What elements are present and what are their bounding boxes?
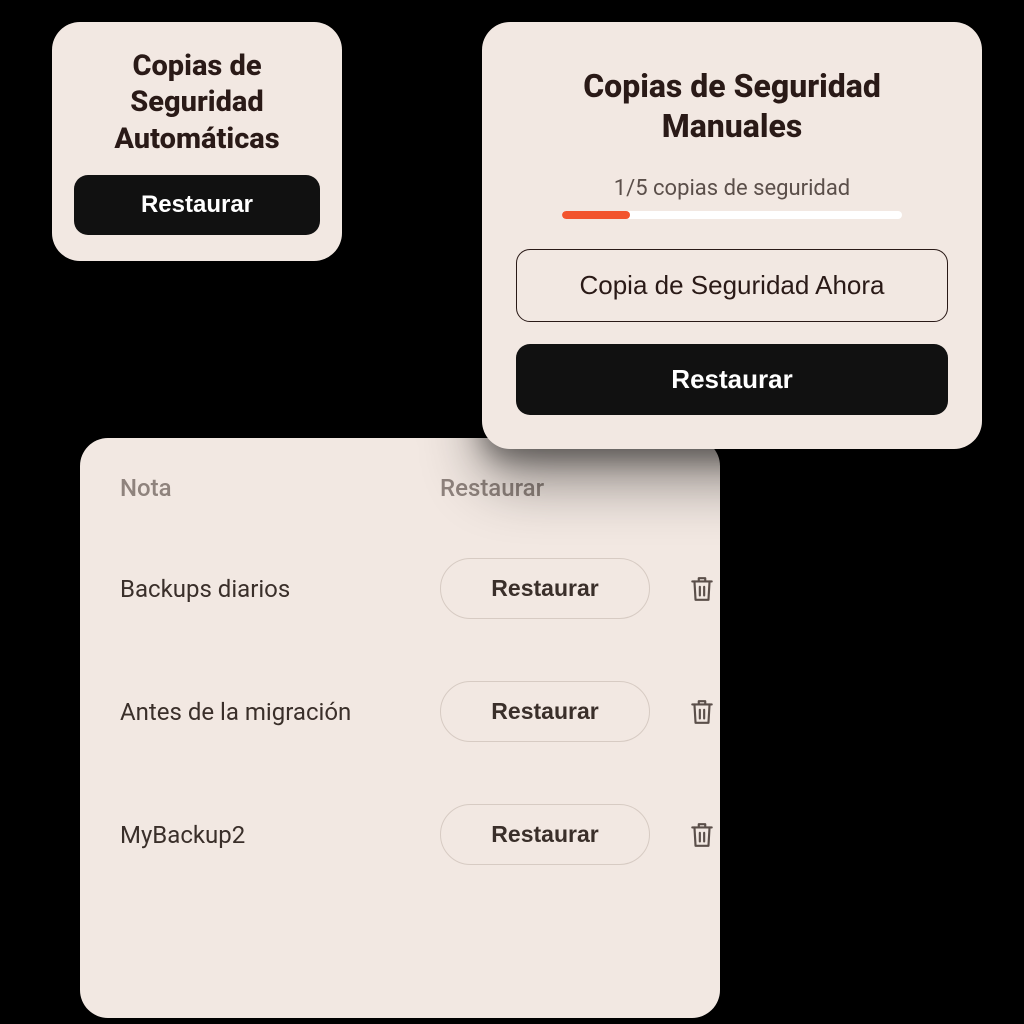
backup-note: MyBackup2: [120, 821, 430, 849]
backup-note: Backups diarios: [120, 575, 430, 603]
row-delete-button[interactable]: [678, 575, 720, 603]
row-restore-button[interactable]: Restaurar: [440, 558, 650, 619]
row-restore-button[interactable]: Restaurar: [440, 681, 650, 742]
trash-icon: [689, 821, 715, 849]
backup-list-header: Nota Restaurar: [120, 474, 690, 502]
auto-restore-button[interactable]: Restaurar: [74, 175, 320, 235]
table-row: MyBackup2 Restaurar: [120, 804, 690, 865]
manual-restore-button[interactable]: Restaurar: [516, 344, 948, 415]
trash-icon: [689, 698, 715, 726]
row-delete-button[interactable]: [678, 698, 720, 726]
backup-count-label: 1/5 copias de seguridad: [516, 176, 948, 201]
trash-icon: [689, 575, 715, 603]
backup-progress-bar: [562, 211, 902, 219]
manual-backups-title: Copias de Seguridad Manuales: [516, 66, 948, 146]
table-row: Backups diarios Restaurar: [120, 558, 690, 619]
backup-list-card: Nota Restaurar Backups diarios Restaurar…: [80, 438, 720, 1018]
manual-backups-card: Copias de Seguridad Manuales 1/5 copias …: [482, 22, 982, 449]
auto-backups-title: Copias de Seguridad Automáticas: [74, 48, 320, 157]
row-delete-button[interactable]: [678, 821, 720, 849]
table-row: Antes de la migración Restaurar: [120, 681, 690, 742]
header-restore: Restaurar: [440, 474, 640, 502]
row-restore-button[interactable]: Restaurar: [440, 804, 650, 865]
backup-note: Antes de la migración: [120, 698, 430, 726]
header-note: Nota: [120, 474, 430, 502]
auto-backups-card: Copias de Seguridad Automáticas Restaura…: [52, 22, 342, 261]
backup-progress-fill: [562, 211, 630, 219]
backup-now-button[interactable]: Copia de Seguridad Ahora: [516, 249, 948, 322]
